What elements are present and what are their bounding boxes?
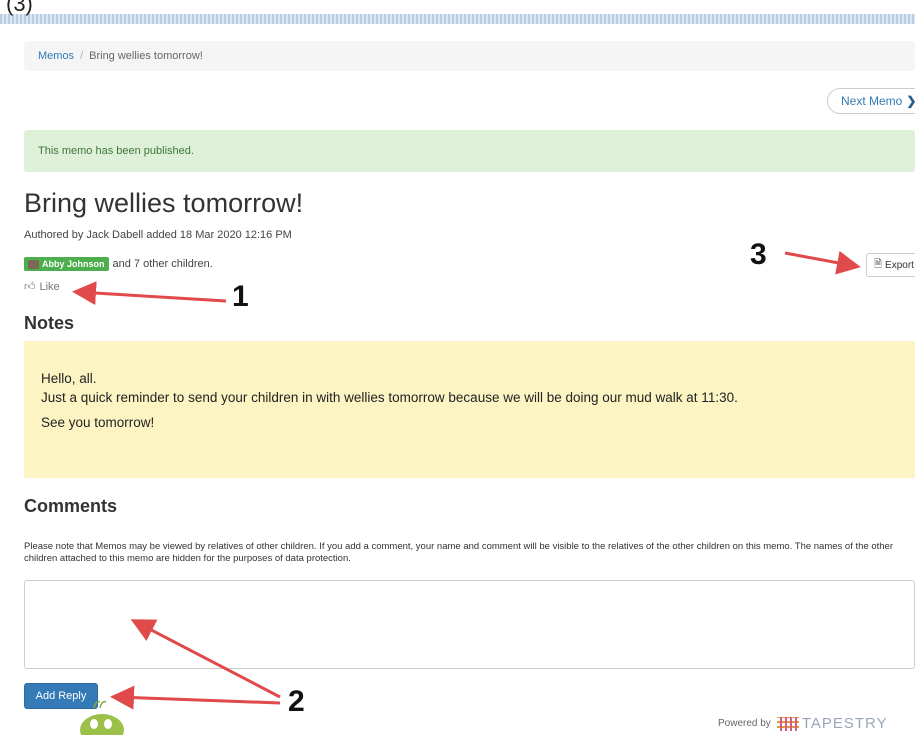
breadcrumb-memos-link[interactable]: Memos [38,50,74,62]
powered-by-text: Powered by [718,718,771,729]
reply-textarea[interactable] [24,580,915,669]
notes-heading: Notes [24,313,75,333]
memo-author-line: Authored by Jack Dabell added 18 Mar 202… [24,229,292,241]
child-tag[interactable]: Abby Johnson [24,257,109,271]
annotation-number-1: 1 [232,280,249,313]
breadcrumb: Memos / Bring wellies tomorrow! [24,41,915,71]
annotation-number-3: 3 [750,238,767,271]
mascot-illustration [80,700,124,735]
next-memo-label: Next Memo [841,94,903,108]
notes-line: See you tomorrow! [41,415,155,430]
child-tags-row: Abby Johnson and 7 other children. [24,257,213,271]
chevron-right-icon: ❯ [906,94,915,108]
export-button[interactable]: 🗎︎ Export [866,253,915,277]
tapestry-logo-icon [776,716,799,731]
photo-icon [28,259,39,269]
like-label: Like [39,280,60,293]
breadcrumb-current: Bring wellies tomorrow! [89,50,203,62]
top-pattern-bar [0,14,915,24]
export-label: Export [885,259,914,271]
document-icon: 🗎︎ [874,258,883,270]
published-alert-text: This memo has been published. [38,145,194,157]
breadcrumb-separator: / [80,50,84,62]
next-memo-button[interactable]: Next Memo ❯ [827,88,915,114]
privacy-note: Please note that Memos may be viewed by … [24,541,893,564]
annotation-number-2: 2 [288,685,305,718]
memo-title: Bring wellies tomorrow! [24,188,304,218]
published-alert: This memo has been published. [24,130,915,172]
powered-by: Powered by TAPESTRY [718,715,888,732]
like-button[interactable]: 👍︎ Like [24,280,60,294]
brand-name: TAPESTRY [801,715,888,732]
child-tag-name: Abby Johnson [42,259,105,269]
notes-line: Just a quick reminder to send your child… [41,390,738,405]
comments-heading: Comments [24,496,118,516]
thumbs-up-icon: 👍︎ [24,281,36,293]
notes-line: Hello, all. [41,371,97,386]
notes-box: Hello, all. Just a quick reminder to sen… [24,341,915,478]
other-children-text: and 7 other children. [112,258,213,270]
corner-text: (3) [6,0,33,16]
